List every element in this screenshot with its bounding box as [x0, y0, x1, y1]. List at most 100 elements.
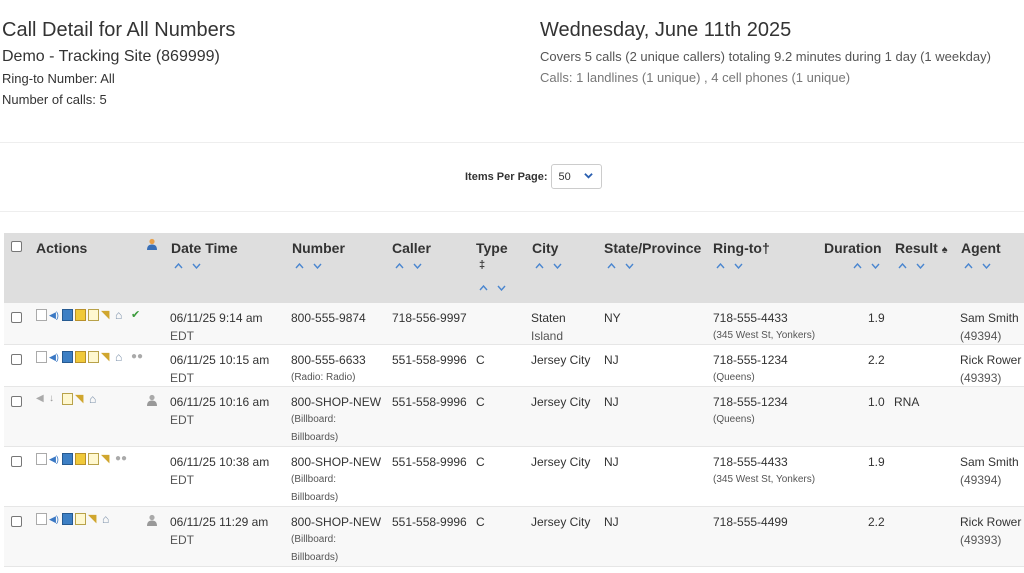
notes-icon[interactable] — [75, 309, 86, 321]
person-gray-icon[interactable] — [146, 393, 158, 406]
sort-state[interactable] — [607, 263, 634, 269]
items-per-page-select[interactable]: 50 — [550, 164, 602, 189]
sort-asc-icon[interactable] — [295, 263, 304, 269]
arrow-down-icon[interactable]: ↓ — [49, 393, 60, 405]
book-icon[interactable] — [62, 393, 73, 405]
table-body: ◀) ◥ ⌂ ✔ 06/11/25 9:14 am EDT 800-555-987… — [4, 303, 1024, 567]
sort-desc-icon[interactable] — [497, 285, 506, 291]
sort-desc-icon[interactable] — [313, 263, 322, 269]
sort-asc-icon[interactable] — [395, 263, 404, 269]
document-icon[interactable] — [36, 351, 47, 363]
book-icon[interactable] — [88, 309, 99, 321]
agent-cell: Sam Smith (49394) — [960, 455, 1019, 487]
row-checkbox[interactable] — [11, 516, 22, 527]
sort-result[interactable] — [898, 263, 925, 269]
col-caller[interactable]: Caller — [392, 240, 431, 256]
sort-desc-icon[interactable] — [982, 263, 991, 269]
state-cell: NJ — [604, 395, 619, 409]
speaker-icon[interactable]: ◀) — [49, 309, 60, 321]
book-icon[interactable] — [75, 513, 86, 525]
tag-icon[interactable]: ◥ — [101, 453, 113, 465]
sort-asc-icon[interactable] — [853, 263, 862, 269]
tag-icon[interactable]: ◥ — [88, 513, 100, 525]
city-cell: Jersey City — [531, 515, 591, 529]
sort-asc-icon[interactable] — [479, 285, 488, 291]
row-actions: ◀) ◥ ●● — [36, 453, 127, 465]
row-actions: ◀) ◥ ⌂ ●● — [36, 351, 143, 363]
notes-icon[interactable] — [75, 453, 86, 465]
save-icon[interactable] — [62, 513, 73, 525]
tag-icon[interactable]: ◥ — [75, 393, 87, 405]
house-icon[interactable]: ⌂ — [115, 351, 129, 363]
sort-asc-icon[interactable] — [716, 263, 725, 269]
col-result[interactable]: Result ♠ — [895, 240, 948, 256]
sort-desc-icon[interactable] — [192, 263, 201, 269]
sort-asc-icon[interactable] — [898, 263, 907, 269]
save-icon[interactable] — [62, 309, 73, 321]
person-icon[interactable] — [146, 238, 158, 250]
caller-cell: 551-558-9996 — [392, 353, 467, 367]
caller-cell: 551-558-9996 — [392, 515, 467, 529]
divider — [0, 211, 1024, 212]
speaker-icon[interactable]: ◀) — [49, 351, 60, 363]
state-cell: NJ — [604, 353, 619, 367]
document-icon[interactable] — [36, 453, 47, 465]
speaker-icon[interactable]: ◀) — [49, 513, 60, 525]
col-datetime[interactable]: Date Time — [171, 240, 238, 256]
people-icon[interactable]: ●● — [131, 351, 143, 363]
sort-city[interactable] — [535, 263, 562, 269]
sort-desc-icon[interactable] — [625, 263, 634, 269]
document-icon[interactable] — [36, 513, 47, 525]
people-icon[interactable]: ●● — [115, 453, 127, 465]
person-gray-icon[interactable] — [146, 513, 158, 526]
chevron-down-icon — [583, 173, 593, 179]
house-icon[interactable]: ⌂ — [115, 309, 129, 321]
datetime-cell: 06/11/25 10:16 am EDT — [170, 395, 270, 427]
save-icon[interactable] — [62, 453, 73, 465]
sort-desc-icon[interactable] — [553, 263, 562, 269]
row-checkbox[interactable] — [11, 396, 22, 407]
sort-asc-icon[interactable] — [174, 263, 183, 269]
select-all-checkbox[interactable] — [11, 241, 22, 252]
save-icon[interactable] — [62, 351, 73, 363]
row-checkbox[interactable] — [11, 354, 22, 365]
book-icon[interactable] — [88, 351, 99, 363]
sort-desc-icon[interactable] — [413, 263, 422, 269]
row-checkbox[interactable] — [11, 456, 22, 467]
sort-type[interactable] — [479, 285, 506, 291]
book-icon[interactable] — [88, 453, 99, 465]
sort-asc-icon[interactable] — [607, 263, 616, 269]
col-city[interactable]: City — [532, 240, 558, 256]
sort-desc-icon[interactable] — [734, 263, 743, 269]
notes-icon[interactable] — [75, 351, 86, 363]
col-agent[interactable]: Agent — [961, 240, 1001, 256]
house-icon[interactable]: ⌂ — [102, 513, 116, 525]
col-type[interactable]: Type — [476, 240, 508, 256]
sort-desc-icon[interactable] — [916, 263, 925, 269]
col-state[interactable]: State/Province — [604, 240, 701, 256]
sort-ringto[interactable] — [716, 263, 743, 269]
sort-duration[interactable] — [853, 263, 880, 269]
ringto-cell: 718-555-1234 (Queens) — [713, 395, 788, 425]
document-icon[interactable] — [36, 309, 47, 321]
sort-datetime[interactable] — [174, 263, 201, 269]
check-icon[interactable]: ✔ — [131, 309, 142, 321]
sort-asc-icon[interactable] — [535, 263, 544, 269]
sort-agent[interactable] — [964, 263, 991, 269]
sort-number[interactable] — [295, 263, 322, 269]
col-ringto[interactable]: Ring-to† — [713, 240, 770, 256]
calls-table: Actions Date Time Number Caller Type ‡ C… — [4, 233, 1024, 567]
tag-icon[interactable]: ◥ — [101, 351, 113, 363]
sort-desc-icon[interactable] — [871, 263, 880, 269]
items-per-page: Items Per Page: 50 — [465, 164, 602, 189]
speaker-icon[interactable]: ◀) — [49, 453, 60, 465]
house-icon[interactable]: ⌂ — [89, 393, 103, 405]
ringto-cell: 718-555-4499 — [713, 515, 788, 529]
tag-icon[interactable]: ◥ — [101, 309, 113, 321]
col-duration[interactable]: Duration — [824, 240, 882, 256]
sort-asc-icon[interactable] — [964, 263, 973, 269]
col-number[interactable]: Number — [292, 240, 345, 256]
row-checkbox[interactable] — [11, 312, 22, 323]
sort-caller[interactable] — [395, 263, 422, 269]
number-cell: 800-555-9874 — [291, 311, 366, 325]
